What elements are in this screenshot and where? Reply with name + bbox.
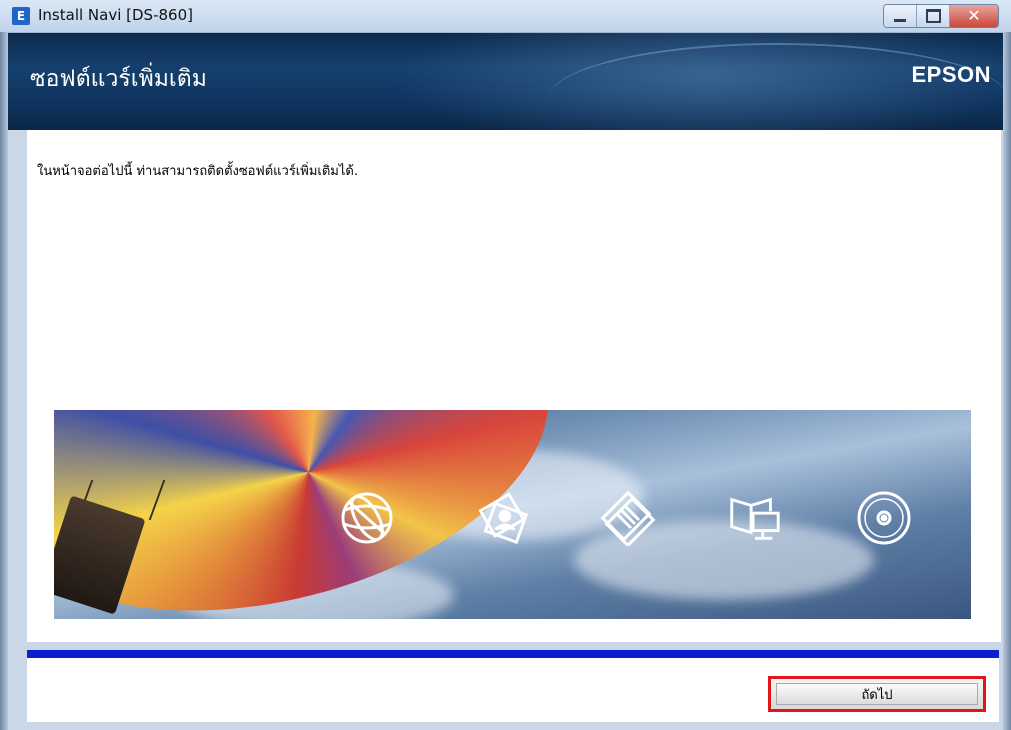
documents-icon (597, 488, 657, 548)
page-header: ซอฟต์แวร์เพิ่มเติม EPSON (8, 33, 1003, 130)
software-banner (54, 410, 971, 619)
accent-bar (27, 650, 999, 658)
disc-icon (854, 488, 914, 548)
brand-logo: EPSON (911, 62, 991, 87)
globe-icon (337, 488, 397, 548)
close-icon: ✕ (967, 6, 981, 25)
window-left-border (0, 32, 8, 730)
installer-window: E Install Navi [DS-860] ✕ ซอฟต์แวร์เพิ่ม… (0, 0, 1011, 730)
intro-text: ในหน้าจอต่อไปนี้ ท่านสามารถติดตั้งซอฟต์แ… (37, 164, 358, 179)
content-panel: ในหน้าจอต่อไปนี้ ท่านสามารถติดตั้งซอฟต์แ… (27, 130, 1001, 642)
app-icon: E (12, 7, 30, 25)
next-button-label: ถัดไป (861, 687, 893, 703)
maximize-button[interactable] (917, 5, 950, 27)
book-monitor-icon (724, 488, 784, 548)
page-title: ซอฟต์แวร์เพิ่มเติม (30, 66, 207, 92)
minimize-button[interactable] (884, 5, 917, 27)
close-button[interactable]: ✕ (950, 5, 998, 27)
footer-bar: ถัดไป (27, 658, 999, 722)
next-button[interactable]: ถัดไป (768, 676, 986, 712)
title-bar: E Install Navi [DS-860] ✕ (0, 0, 1011, 33)
maximize-icon (925, 9, 941, 23)
window-controls: ✕ (883, 4, 999, 28)
window-title: Install Navi [DS-860] (38, 6, 193, 24)
minimize-icon (894, 18, 906, 22)
window-right-border (1003, 32, 1011, 730)
photo-icon (472, 488, 532, 548)
